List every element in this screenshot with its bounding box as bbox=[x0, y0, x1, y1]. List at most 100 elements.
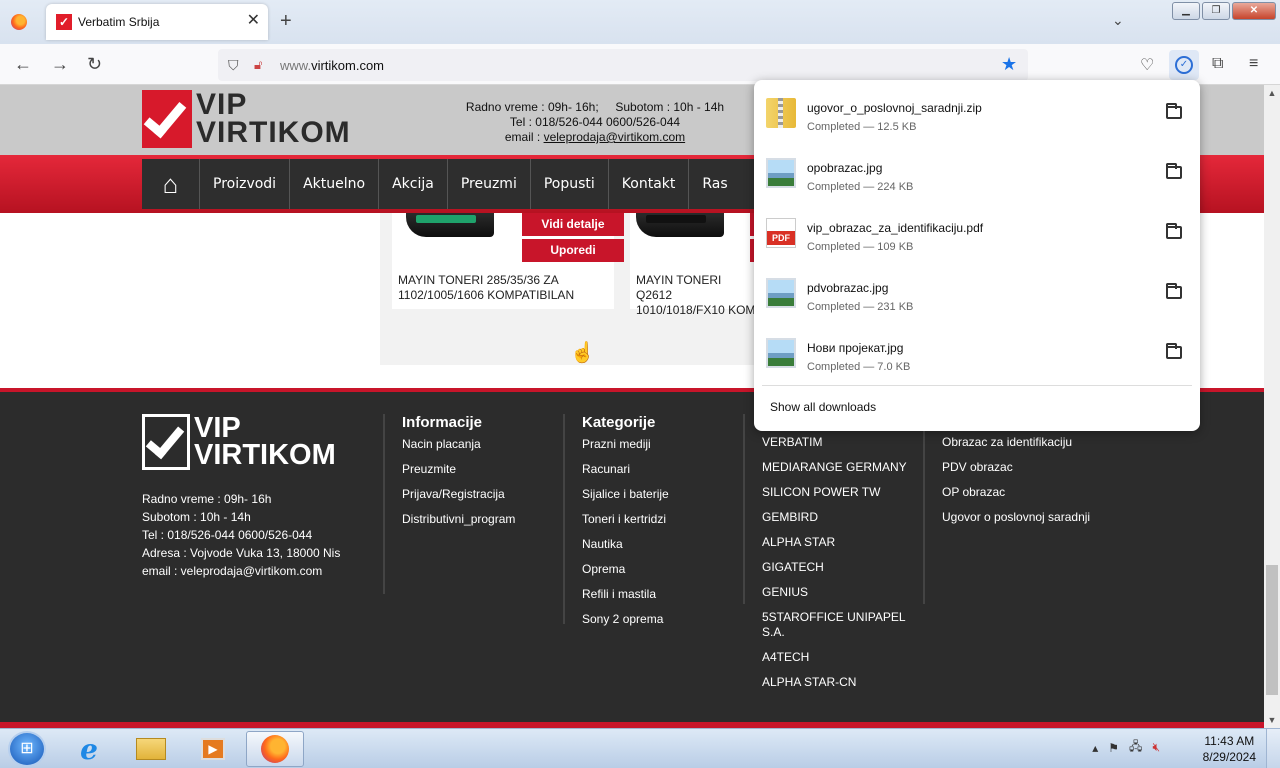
footer-link[interactable]: A4TECH bbox=[762, 650, 912, 665]
menu-item-preuzmi[interactable]: Preuzmi bbox=[448, 159, 531, 209]
header-email-label: email : bbox=[504, 130, 544, 144]
download-item[interactable]: ugovor_o_poslovnoj_saradnji.zip Complete… bbox=[762, 84, 1192, 144]
footer-link[interactable]: SILICON POWER TW bbox=[762, 485, 912, 500]
toner-product-image[interactable] bbox=[636, 213, 724, 237]
tab-close-icon[interactable]: ✕ bbox=[247, 13, 260, 29]
url-text[interactable]: www.virtikom.com bbox=[280, 58, 384, 73]
menu-item-ras[interactable]: Ras bbox=[689, 159, 740, 209]
vip-virtikom-logo[interactable]: VIP VIRTIKOM bbox=[142, 88, 354, 149]
forward-arrow-icon[interactable]: → bbox=[51, 54, 69, 74]
pocket-icon[interactable]: ♡ bbox=[1140, 55, 1154, 75]
working-hours: Radno vreme : 09h- 16h; Subotom : 10h - … bbox=[465, 100, 725, 114]
logo-checkmark-icon bbox=[142, 90, 192, 148]
product-name[interactable]: MAYIN TONERI Q2612 1010/1018/FX10 KOM bbox=[636, 273, 756, 318]
tracking-protection-shield-icon[interactable]: ⛉ bbox=[228, 57, 239, 74]
firefox-view-icon[interactable] bbox=[11, 14, 27, 30]
toner-product-image[interactable] bbox=[406, 213, 494, 237]
firefox-taskbar-button[interactable] bbox=[246, 731, 304, 767]
download-item[interactable]: pdvobrazac.jpg Completed — 231 KB bbox=[762, 264, 1192, 324]
show-all-downloads-link[interactable]: Show all downloads bbox=[770, 400, 876, 414]
footer-link[interactable]: ALPHA STAR-CN bbox=[762, 675, 912, 690]
bookmark-star-icon[interactable]: ★ bbox=[1001, 54, 1017, 75]
menu-item-aktuelno[interactable]: Aktuelno bbox=[290, 159, 380, 209]
download-item[interactable]: Нови пројекат.jpg Completed — 7.0 KB bbox=[762, 324, 1192, 384]
show-in-folder-icon[interactable] bbox=[1166, 103, 1182, 119]
show-desktop-button[interactable] bbox=[1266, 729, 1280, 768]
footer-link[interactable]: MEDIARANGE GERMANY bbox=[762, 460, 912, 475]
downloads-divider bbox=[762, 385, 1192, 386]
navigation-toolbar: ← → ↻ ⛉ 🔓︎ www.virtikom.com ★ ♡ ✓ ⧉ ≡ bbox=[0, 44, 1280, 85]
minimize-button[interactable]: ▁ bbox=[1172, 2, 1200, 20]
menu-item-proizvodi[interactable]: Proizvodi bbox=[200, 159, 291, 209]
footer-link[interactable]: VERBATIM bbox=[762, 435, 912, 450]
menu-item-kontakt[interactable]: Kontakt bbox=[609, 159, 690, 209]
compare-button[interactable]: Uporedi bbox=[522, 239, 624, 262]
footer-link[interactable]: Toneri i kertridzi bbox=[582, 512, 762, 527]
download-item[interactable]: PDF vip_obrazac_za_identifikaciju.pdf Co… bbox=[762, 204, 1192, 264]
footer-link[interactable]: Distributivni_program bbox=[402, 512, 582, 527]
footer-link[interactable]: Refili i mastila bbox=[582, 587, 762, 602]
menu-item-akcija[interactable]: Akcija bbox=[379, 159, 448, 209]
media-player-taskbar-button[interactable]: ▶ bbox=[184, 731, 242, 767]
header-email-link[interactable]: veleprodaja@virtikom.com bbox=[544, 130, 686, 144]
footer-link[interactable]: 5STAROFFICE UNIPAPEL S.A. bbox=[762, 610, 912, 640]
footer-link[interactable]: Prazni mediji bbox=[582, 437, 762, 452]
footer-link[interactable]: OP obrazac bbox=[942, 485, 1142, 500]
show-in-folder-icon[interactable] bbox=[1166, 283, 1182, 299]
system-clock[interactable]: 11:43 AM 8/29/2024 bbox=[1203, 733, 1256, 765]
footer-column-divider bbox=[923, 414, 925, 604]
list-all-tabs-icon[interactable]: ⌄ bbox=[1112, 12, 1124, 29]
page-scrollbar[interactable]: ▲ ▼ bbox=[1264, 85, 1280, 728]
show-in-folder-icon[interactable] bbox=[1166, 223, 1182, 239]
file-explorer-taskbar-button[interactable] bbox=[122, 731, 180, 767]
internet-explorer-taskbar-button[interactable]: e bbox=[60, 731, 118, 767]
footer-link[interactable]: ALPHA STAR bbox=[762, 535, 912, 550]
maximize-button[interactable]: ❐ bbox=[1202, 2, 1230, 20]
footer-link[interactable]: GEMBIRD bbox=[762, 510, 912, 525]
footer-link[interactable]: Oprema bbox=[582, 562, 762, 577]
tab-verbatim-srbija[interactable]: ✓ Verbatim Srbija ✕ bbox=[46, 4, 268, 40]
footer-link[interactable]: GIGATECH bbox=[762, 560, 912, 575]
footer-contact-line: Subotom : 10h - 14h bbox=[142, 510, 251, 524]
footer-column-divider bbox=[383, 414, 385, 594]
close-window-button[interactable]: ✕ bbox=[1232, 2, 1276, 20]
action-center-flag-icon[interactable]: ⚑ bbox=[1108, 741, 1119, 755]
footer-link[interactable]: Preuzmite bbox=[402, 462, 582, 477]
footer-link[interactable]: Sijalice i baterije bbox=[582, 487, 762, 502]
scrollbar-thumb[interactable] bbox=[1266, 565, 1278, 695]
footer-link[interactable]: Nautika bbox=[582, 537, 762, 552]
product-card[interactable]: Vidi detalje Uporedi MAYIN TONERI 285/35… bbox=[392, 213, 624, 309]
footer-link[interactable]: Nacin placanja bbox=[402, 437, 582, 452]
start-button[interactable]: ⊞ bbox=[8, 731, 46, 767]
footer-link[interactable]: Obrazac za identifikaciju bbox=[942, 435, 1142, 450]
product-name[interactable]: MAYIN TONERI 285/35/36 ZA 1102/1005/1606… bbox=[398, 273, 613, 303]
footer-link[interactable]: Sony 2 oprema bbox=[582, 612, 762, 627]
footer-link[interactable]: PDV obrazac bbox=[942, 460, 1142, 475]
scroll-up-arrow-icon[interactable]: ▲ bbox=[1264, 85, 1280, 101]
network-icon[interactable]: 🖧︎ bbox=[1129, 737, 1142, 758]
show-hidden-icons-icon[interactable]: ▴ bbox=[1092, 741, 1098, 755]
address-bar[interactable]: ⛉ 🔓︎ www.virtikom.com ★ bbox=[218, 49, 1028, 81]
menu-item-popusti[interactable]: Popusti bbox=[531, 159, 609, 209]
download-item[interactable]: opobrazac.jpg Completed — 224 KB bbox=[762, 144, 1192, 204]
scroll-down-arrow-icon[interactable]: ▼ bbox=[1264, 712, 1280, 728]
volume-muted-icon[interactable]: 🔇︎ bbox=[1152, 740, 1160, 755]
show-in-folder-icon[interactable] bbox=[1166, 163, 1182, 179]
footer-link[interactable]: GENIUS bbox=[762, 585, 912, 600]
home-button[interactable]: ⌂ bbox=[142, 159, 200, 209]
downloads-button[interactable]: ✓ bbox=[1169, 50, 1199, 80]
footer-categories-title: Kategorije bbox=[582, 414, 656, 431]
hamburger-menu-icon[interactable]: ≡ bbox=[1249, 55, 1258, 73]
footer-contact-line: Radno vreme : 09h- 16h bbox=[142, 492, 272, 506]
site-favicon-icon: ✓ bbox=[56, 14, 72, 30]
footer-link[interactable]: Prijava/Registracija bbox=[402, 487, 582, 502]
new-tab-button[interactable]: + bbox=[280, 10, 292, 32]
footer-link[interactable]: Ugovor o poslovnoj saradnji bbox=[942, 510, 1142, 525]
extensions-puzzle-icon[interactable]: ⧉ bbox=[1212, 55, 1223, 73]
back-arrow-icon[interactable]: ← bbox=[14, 54, 32, 74]
footer-link[interactable]: Racunari bbox=[582, 462, 762, 477]
insecure-lock-icon[interactable]: 🔓︎ bbox=[254, 57, 262, 73]
view-details-button[interactable]: Vidi detalje bbox=[522, 213, 624, 236]
show-in-folder-icon[interactable] bbox=[1166, 343, 1182, 359]
reload-icon[interactable]: ↻ bbox=[87, 54, 102, 74]
